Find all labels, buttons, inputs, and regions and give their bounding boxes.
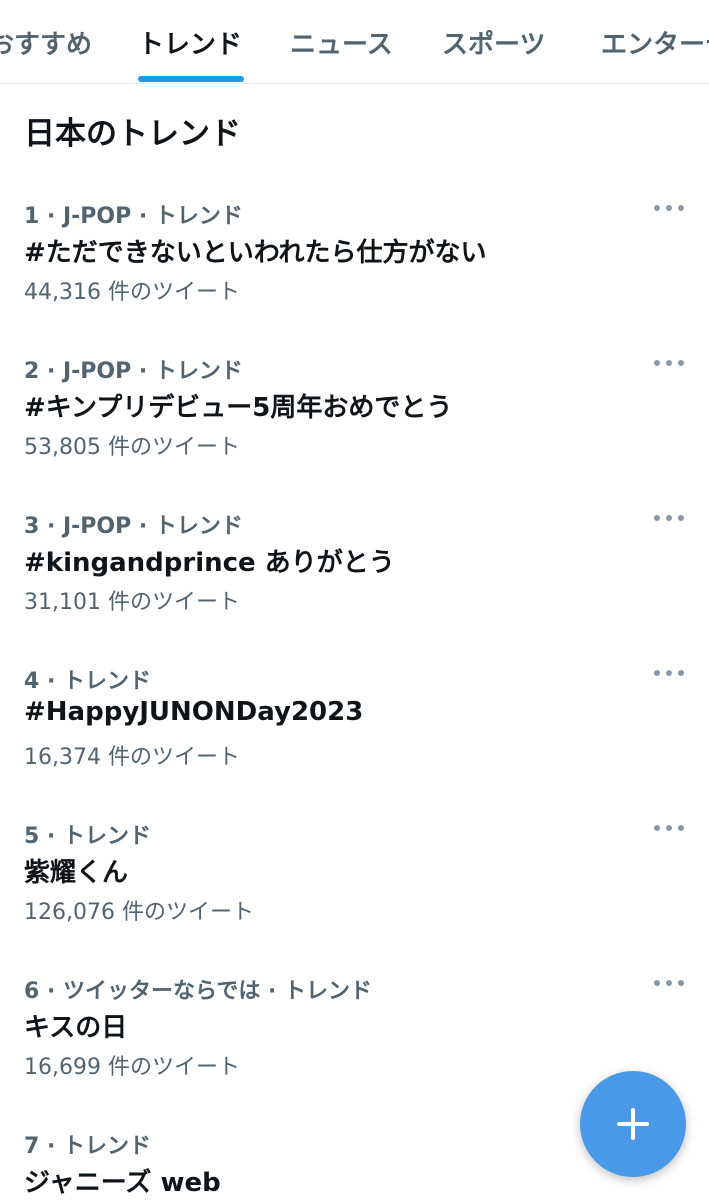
trend-meta: 3 · J-POP · トレンド — [24, 514, 243, 539]
more-horizontal-icon[interactable] — [654, 514, 684, 522]
trend-name: ジャニーズ web — [24, 1168, 221, 1198]
trend-meta: 1 · J-POP · トレンド — [24, 204, 243, 229]
trend-meta: 4 · トレンド — [24, 669, 151, 694]
tab-trending[interactable]: トレンド — [138, 24, 242, 61]
tab-for-you[interactable]: おすすめ — [0, 24, 92, 61]
trend-meta: 6 · ツイッターならでは · トレンド — [24, 979, 373, 1004]
explore-tab-bar: おすすめ トレンド ニュース スポーツ エンターテイメント — [0, 0, 709, 84]
trend-name: #キンプリデビュー5周年おめでとう — [24, 393, 453, 423]
trend-name: キスの日 — [24, 1013, 128, 1043]
trend-count: 16,699 件のツイート — [24, 1055, 240, 1080]
trend-meta: 7 · トレンド — [24, 1134, 151, 1159]
tab-entertainment[interactable]: エンターテイメント — [601, 24, 709, 61]
trend-meta: 2 · J-POP · トレンド — [24, 359, 243, 384]
trend-count: 44,316 件のツイート — [24, 280, 240, 305]
trend-item[interactable]: 2 · J-POP · トレンド #キンプリデビュー5周年おめでとう 53,80… — [0, 353, 709, 508]
more-horizontal-icon[interactable] — [654, 359, 684, 367]
trend-name: #kingandprince ありがとう — [24, 548, 395, 578]
tab-sports[interactable]: スポーツ — [442, 24, 545, 61]
trend-item[interactable]: 5 · トレンド 紫耀くん 126,076 件のツイート — [0, 818, 709, 973]
trend-name: #ただできないといわれたら仕方がない — [24, 238, 487, 268]
more-horizontal-icon[interactable] — [654, 669, 684, 677]
tab-news[interactable]: ニュース — [290, 24, 393, 61]
trend-item[interactable]: 4 · トレンド #HappyJUNONDay2023 16,374 件のツイー… — [0, 663, 709, 818]
trend-count: 53,805 件のツイート — [24, 435, 240, 460]
trend-count: 16,374 件のツイート — [24, 745, 240, 770]
trend-count: 126,076 件のツイート — [24, 900, 254, 925]
trend-count: 31,101 件のツイート — [24, 590, 240, 615]
more-horizontal-icon[interactable] — [654, 204, 684, 212]
plus-icon — [631, 1108, 635, 1140]
trend-name: 紫耀くん — [24, 858, 129, 888]
section-title: 日本のトレンド — [24, 116, 241, 152]
more-horizontal-icon[interactable] — [654, 979, 684, 987]
trend-item[interactable]: 3 · J-POP · トレンド #kingandprince ありがとう 31… — [0, 508, 709, 663]
trend-item[interactable]: 1 · J-POP · トレンド #ただできないといわれたら仕方がない 44,3… — [0, 198, 709, 353]
more-horizontal-icon[interactable] — [654, 824, 684, 832]
active-tab-indicator — [138, 76, 244, 82]
trend-meta: 5 · トレンド — [24, 824, 151, 849]
compose-tweet-button[interactable] — [580, 1071, 686, 1177]
trend-name: #HappyJUNONDay2023 — [24, 697, 364, 727]
